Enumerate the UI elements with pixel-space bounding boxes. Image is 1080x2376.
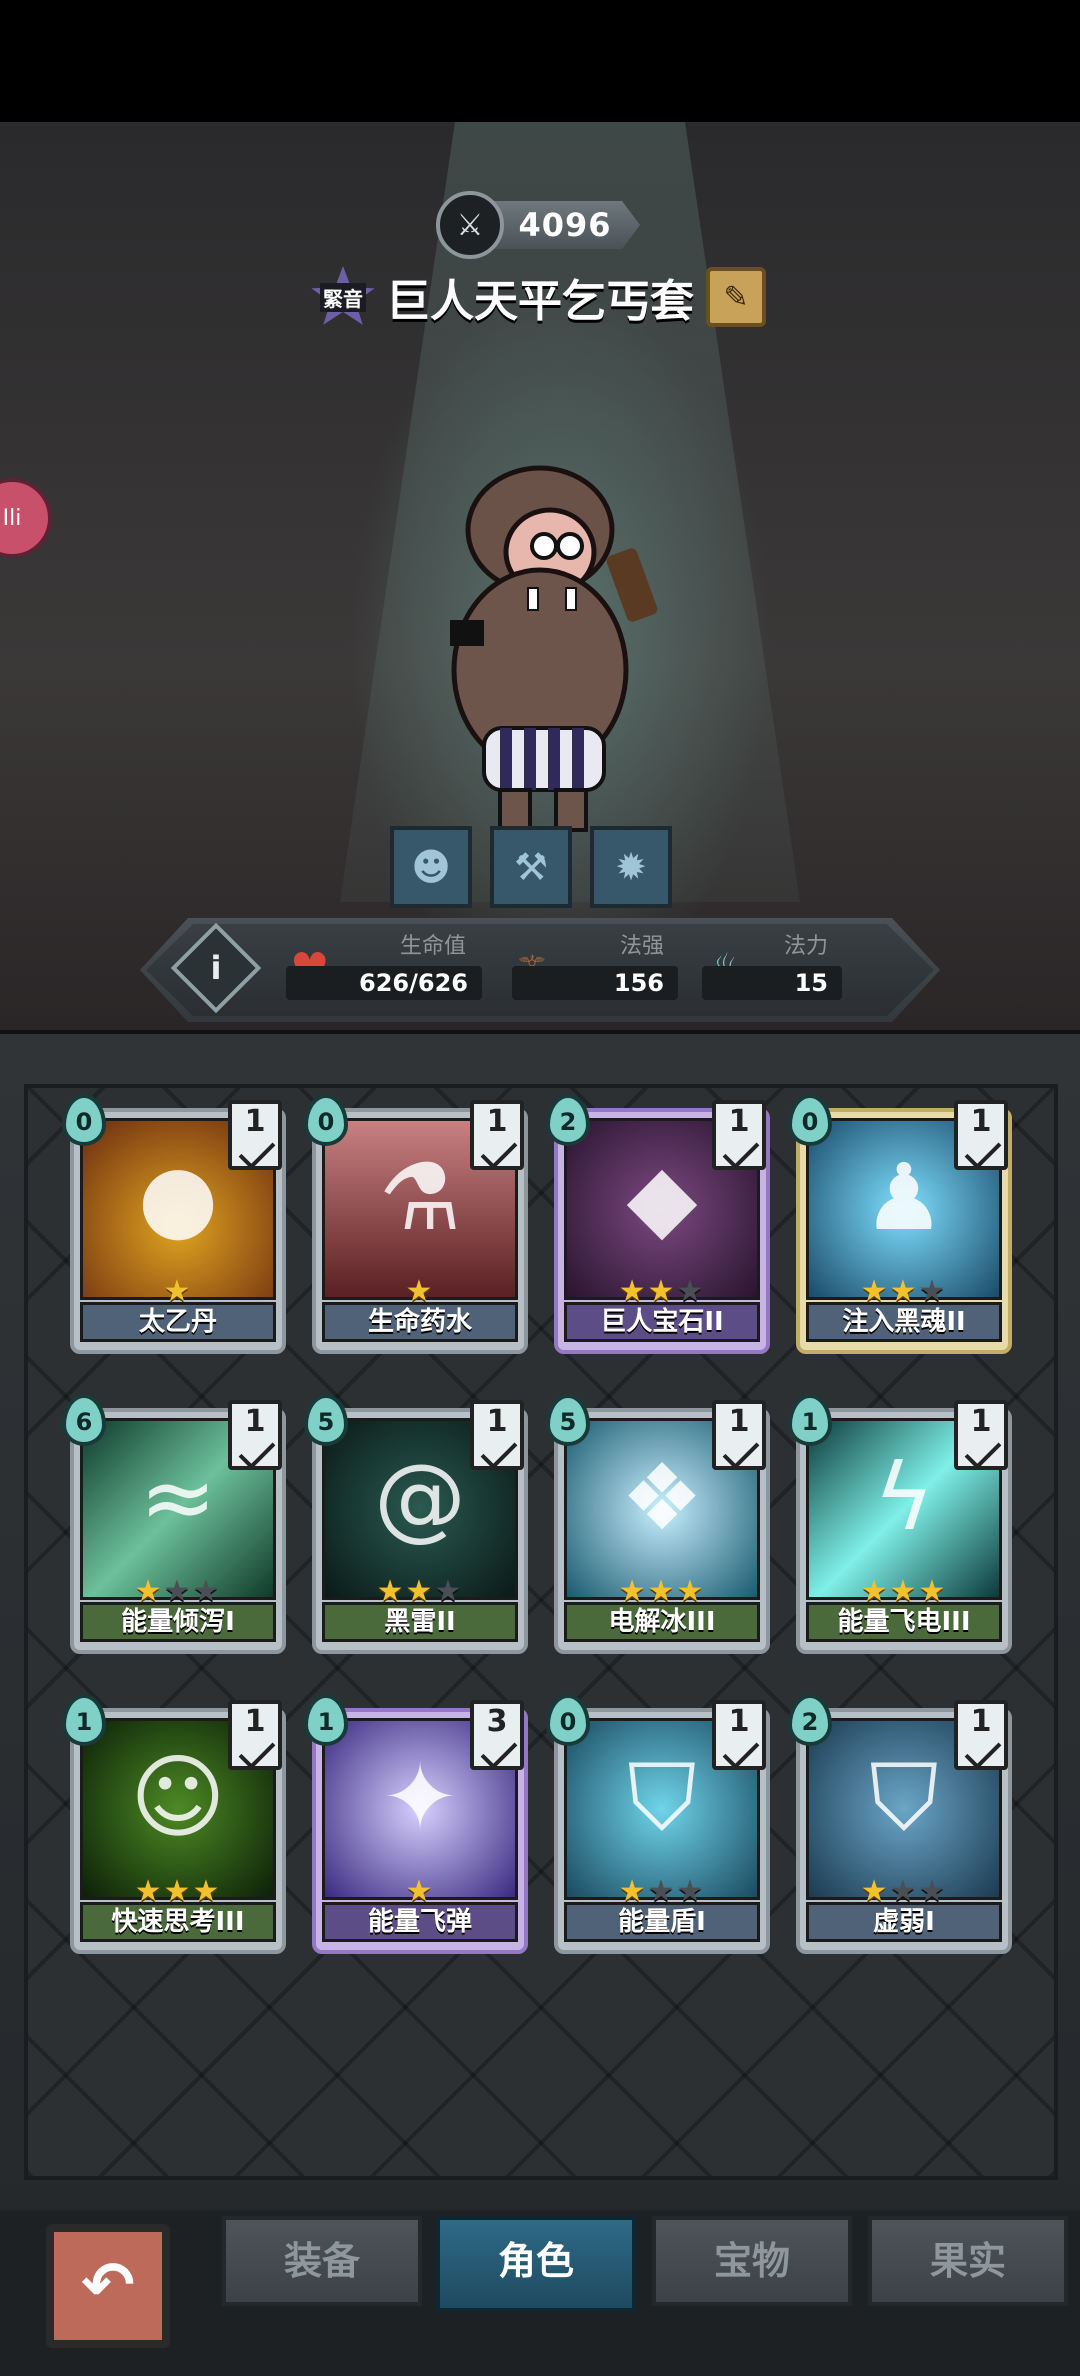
card-cost: 0 <box>304 1094 348 1146</box>
power-icon: ⚔ <box>436 191 504 259</box>
tab-character[interactable]: 角色 <box>436 2216 636 2312</box>
card-name: 生命药水 <box>322 1302 518 1342</box>
spell-power-label: 法强 <box>620 934 665 959</box>
power-badge: ⚔ 4096 <box>436 191 642 259</box>
mana-label: 法力 <box>784 934 829 959</box>
mana-value: 15 <box>702 966 842 1000</box>
card-name: 太乙丹 <box>80 1302 276 1342</box>
skill-card[interactable]: ⛉ ★★★ 虚弱I 2 1 <box>788 1694 1012 1954</box>
tab-treasure[interactable]: 宝物 <box>652 2216 852 2306</box>
card-name: 电解冰III <box>564 1602 760 1642</box>
card-level: 1 <box>954 1400 1008 1470</box>
card-cost: 1 <box>788 1394 832 1446</box>
status-bar <box>0 0 1080 122</box>
hp-value: 626/626 <box>286 966 482 1000</box>
skill-card[interactable]: ● ★ 太乙丹 0 1 <box>62 1094 286 1354</box>
skill-card[interactable]: ϟ ★★★ 能量飞电III 1 1 <box>788 1394 1012 1654</box>
tab-equipment[interactable]: 装备 <box>222 2216 422 2306</box>
equip-slot-armor-icon[interactable]: ☻ <box>390 826 472 908</box>
power-value: 4096 <box>490 201 640 249</box>
card-cost: 5 <box>546 1394 590 1446</box>
card-level: 1 <box>228 1700 282 1770</box>
back-button[interactable]: ↶ <box>46 2224 170 2348</box>
card-cost: 6 <box>62 1394 106 1446</box>
card-cost: 0 <box>788 1094 832 1146</box>
card-cost: 5 <box>304 1394 348 1446</box>
skill-card[interactable]: ❖ ★★★ 电解冰III 5 1 <box>546 1394 770 1654</box>
edit-name-button[interactable]: ✎ <box>706 267 766 327</box>
card-cost: 2 <box>546 1094 590 1146</box>
card-level: 3 <box>470 1700 524 1770</box>
card-level: 1 <box>712 1400 766 1470</box>
back-arrow-icon: ↶ <box>81 2249 135 2323</box>
tab-fruit[interactable]: 果实 <box>868 2216 1068 2306</box>
card-level: 1 <box>954 1700 1008 1770</box>
character-name-row: 緊音 巨人天平乞丐套 ✎ <box>310 262 770 332</box>
card-level: 1 <box>228 1100 282 1170</box>
equip-slot-accessory-icon[interactable]: ✹ <box>590 826 672 908</box>
card-name: 能量盾I <box>564 1902 760 1942</box>
card-name: 能量飞弹 <box>322 1902 518 1942</box>
skill-card[interactable]: ⛉ ★★★ 能量盾I 0 1 <box>546 1694 770 1954</box>
card-level: 1 <box>712 1700 766 1770</box>
card-name: 能量飞电III <box>806 1602 1002 1642</box>
skill-card[interactable]: ♟ ★★★ 注入黑魂II 0 1 <box>788 1094 1012 1354</box>
skill-card[interactable]: @ ★★★ 黑雷II 5 1 <box>304 1394 528 1654</box>
card-name: 能量倾泻I <box>80 1602 276 1642</box>
card-level: 1 <box>470 1100 524 1170</box>
skill-card[interactable]: ≈ ★★★ 能量倾泻I 6 1 <box>62 1394 286 1654</box>
card-cost: 2 <box>788 1694 832 1746</box>
hp-label: 生命值 <box>400 934 467 959</box>
card-name: 黑雷II <box>322 1602 518 1642</box>
skill-card[interactable]: ☺ ★★★ 快速思考III 1 1 <box>62 1694 286 1954</box>
skill-card[interactable]: ◆ ★★★ 巨人宝石II 2 1 <box>546 1094 770 1354</box>
character-name: 巨人天平乞丐套 <box>386 276 694 327</box>
character-hippo-sprite[interactable] <box>420 460 660 840</box>
info-icon: i <box>210 949 222 987</box>
equip-slot-weapon-icon[interactable]: ⚒ <box>490 826 572 908</box>
spell-power-value: 156 <box>512 966 678 1000</box>
card-cost: 1 <box>62 1694 106 1746</box>
card-level: 1 <box>954 1100 1008 1170</box>
card-cost: 0 <box>546 1694 590 1746</box>
rarity-label: 緊音 <box>320 282 366 312</box>
card-level: 1 <box>712 1100 766 1170</box>
card-level: 1 <box>470 1400 524 1470</box>
card-name: 巨人宝石II <box>564 1302 760 1342</box>
card-name: 快速思考III <box>80 1902 276 1942</box>
card-cost: 1 <box>304 1694 348 1746</box>
card-level: 1 <box>228 1400 282 1470</box>
equipment-slots: ☻ ⚒ ✹ <box>390 826 690 912</box>
card-name: 虚弱I <box>806 1902 1002 1942</box>
card-cost: 0 <box>62 1094 106 1146</box>
skill-card[interactable]: ✦ ★ 能量飞弹 1 3 <box>304 1694 528 1954</box>
card-name: 注入黑魂II <box>806 1302 1002 1342</box>
rarity-star-icon: 緊音 <box>310 266 376 328</box>
skill-card[interactable]: ⚗ ★ 生命药水 0 1 <box>304 1094 528 1354</box>
